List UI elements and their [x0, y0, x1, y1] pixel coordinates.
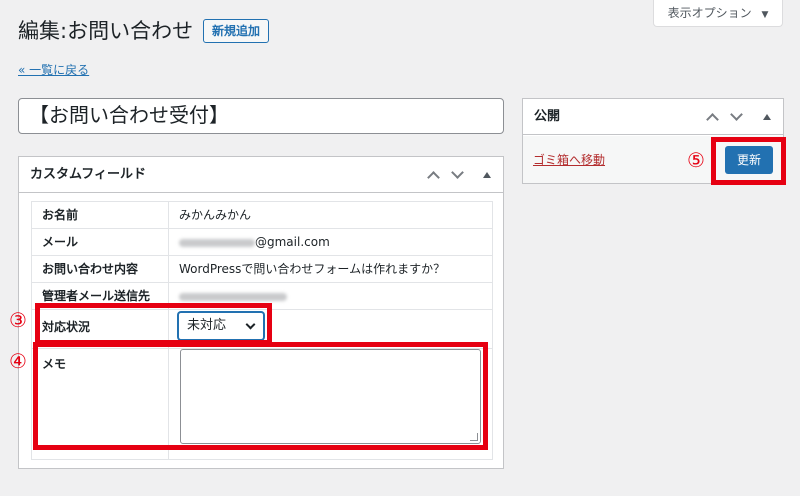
- redacted-text: [179, 238, 255, 247]
- field-label: お問い合わせ内容: [31, 255, 169, 283]
- email-domain: @gmail.com: [255, 235, 330, 249]
- dropdown-triangle-icon: ▼: [761, 10, 769, 20]
- custom-fields-header: カスタムフィールド: [19, 157, 503, 193]
- back-to-list-link[interactable]: « 一覧に戻る: [18, 61, 89, 78]
- add-new-button[interactable]: 新規追加: [203, 19, 270, 43]
- annotation-number-update: ⑤: [687, 148, 705, 172]
- field-label: お名前: [31, 201, 169, 229]
- table-row: メール @gmail.com: [31, 228, 493, 256]
- move-down-button[interactable]: [727, 108, 745, 126]
- publish-title: 公開: [534, 109, 561, 124]
- table-row: お名前 みかんみかん: [31, 201, 493, 229]
- screen-options-label: 表示オプション: [667, 6, 752, 20]
- move-to-trash-link[interactable]: ゴミ箱へ移動: [533, 151, 605, 168]
- chevron-down-icon: [729, 108, 743, 121]
- toggle-triangle-icon: [483, 172, 491, 178]
- annotation-box-status: [35, 303, 272, 345]
- annotation-box-update: [711, 137, 786, 185]
- publish-header: 公開: [523, 99, 783, 135]
- toggle-panel-button[interactable]: [758, 108, 776, 126]
- move-up-button[interactable]: [703, 108, 721, 126]
- move-down-button[interactable]: [448, 166, 466, 184]
- annotation-number-memo: ④: [9, 349, 27, 373]
- annotation-number-status: ③: [9, 308, 27, 332]
- field-value: WordPressで問い合わせフォームは作れますか？: [168, 255, 493, 283]
- field-label: メール: [31, 228, 169, 256]
- chevron-up-icon: [426, 171, 440, 184]
- post-title-input[interactable]: 【お問い合わせ受付】: [18, 98, 504, 134]
- custom-fields-title: カスタムフィールド: [30, 167, 146, 182]
- toggle-panel-button[interactable]: [478, 166, 496, 184]
- chevron-down-icon: [450, 166, 464, 179]
- field-value: みかんみかん: [168, 201, 493, 229]
- table-row: お問い合わせ内容 WordPressで問い合わせフォームは作れますか？: [31, 255, 493, 283]
- chevron-up-icon: [705, 113, 719, 126]
- annotation-box-memo: [33, 342, 488, 450]
- move-up-button[interactable]: [424, 166, 442, 184]
- screen-options-button[interactable]: 表示オプション ▼: [653, 0, 783, 27]
- toggle-triangle-icon: [763, 114, 771, 120]
- field-value-cell: @gmail.com: [168, 228, 493, 256]
- page-title: 編集:お問い合わせ: [18, 19, 194, 43]
- redacted-text: [179, 292, 287, 301]
